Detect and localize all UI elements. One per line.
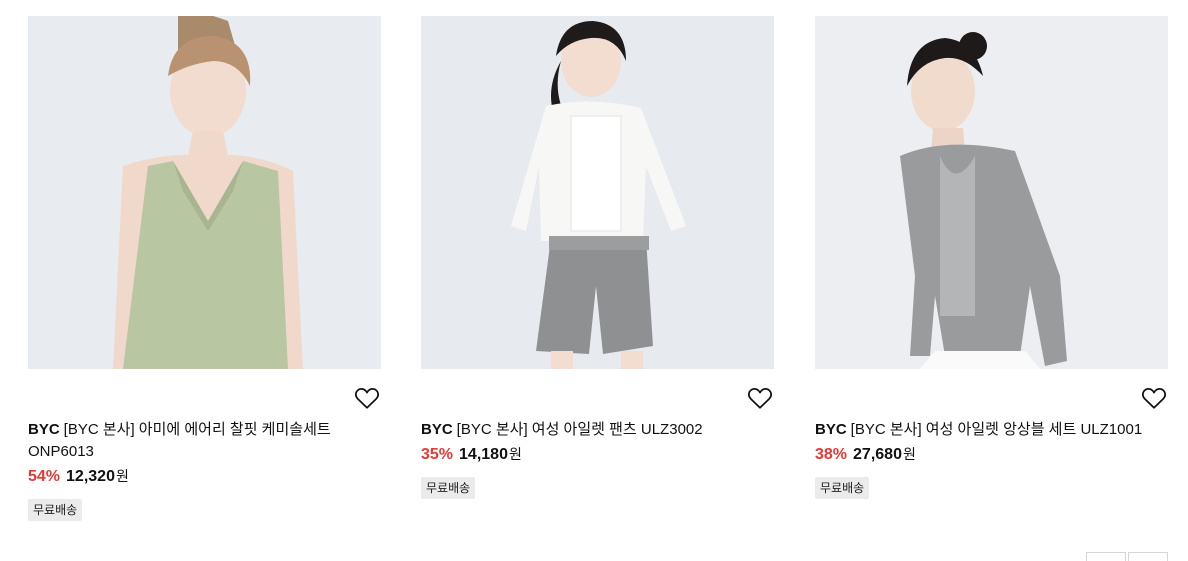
discount-rate: 38% [815, 446, 848, 463]
product-brand: BYC [815, 421, 847, 438]
product-title[interactable]: BYC [BYC 본사] 여성 아일렛 앙상블 세트 ULZ1001 [815, 419, 1168, 441]
price-row: 35% 14,180원 [421, 443, 522, 466]
product-grid: BYC [BYC 본사] 아미에 에어리 찰핏 케미솔세트 ONP6013 54%… [28, 16, 1168, 556]
free-shipping-badge: 무료배송 [28, 499, 83, 521]
wishlist-button[interactable] [1140, 384, 1168, 412]
currency-unit: 원 [508, 446, 522, 462]
product-card[interactable]: BYC [BYC 본사] 여성 아일렛 팬츠 ULZ3002 35% 14,180원… [421, 16, 774, 499]
product-name: [BYC 본사] 아미에 에어리 찰핏 케미솔세트 ONP6013 [28, 421, 331, 460]
discount-rate: 54% [28, 468, 61, 485]
product-title[interactable]: BYC [BYC 본사] 여성 아일렛 팬츠 ULZ3002 [421, 419, 774, 441]
wishlist-button[interactable] [746, 384, 774, 412]
pagination-prev-button[interactable] [1086, 552, 1126, 561]
product-brand: BYC [28, 421, 60, 438]
product-photo-camisole-model [28, 16, 381, 369]
product-brand: BYC [421, 421, 453, 438]
product-name: [BYC 본사] 여성 아일렛 팬츠 ULZ3002 [456, 421, 703, 438]
product-image[interactable] [421, 16, 774, 369]
heart-outline-icon [354, 387, 380, 409]
price-row: 54% 12,320원 [28, 465, 129, 488]
heart-outline-icon [747, 387, 773, 409]
pagination-controls [1086, 552, 1168, 561]
product-photo-pants-model [421, 16, 774, 369]
wishlist-button[interactable] [353, 384, 381, 412]
currency-unit: 원 [902, 446, 916, 462]
product-image[interactable] [28, 16, 381, 369]
heart-outline-icon [1141, 387, 1167, 409]
product-card[interactable]: BYC [BYC 본사] 여성 아일렛 앙상블 세트 ULZ1001 38% 27,… [815, 16, 1168, 499]
pagination-next-button[interactable] [1128, 552, 1168, 561]
product-title[interactable]: BYC [BYC 본사] 아미에 에어리 찰핏 케미솔세트 ONP6013 [28, 419, 381, 463]
product-name: [BYC 본사] 여성 아일렛 앙상블 세트 ULZ1001 [850, 421, 1143, 438]
product-photo-cardigan-model [815, 16, 1168, 369]
sale-price: 27,680 [853, 446, 902, 463]
discount-rate: 35% [421, 446, 454, 463]
currency-unit: 원 [115, 468, 129, 484]
product-card[interactable]: BYC [BYC 본사] 아미에 에어리 찰핏 케미솔세트 ONP6013 54%… [28, 16, 381, 521]
product-image[interactable] [815, 16, 1168, 369]
free-shipping-badge: 무료배송 [815, 477, 870, 499]
sale-price: 14,180 [459, 446, 508, 463]
sale-price: 12,320 [66, 468, 115, 485]
free-shipping-badge: 무료배송 [421, 477, 476, 499]
price-row: 38% 27,680원 [815, 443, 916, 466]
